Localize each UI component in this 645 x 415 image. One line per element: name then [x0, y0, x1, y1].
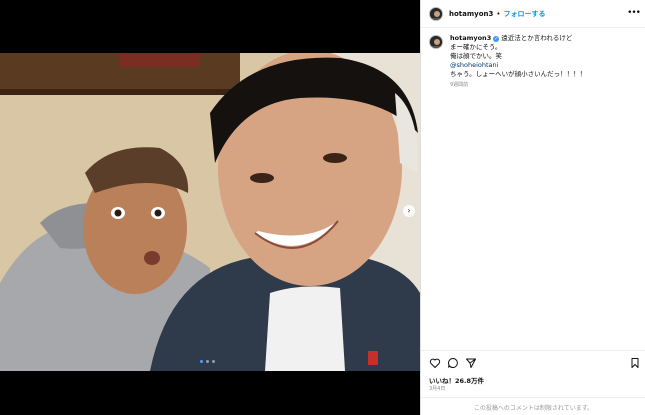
carousel-dot [200, 360, 203, 363]
caption-line: 遠近法とか言われるけど [501, 34, 573, 42]
bookmark-icon[interactable] [629, 357, 641, 369]
caption-body: hotamyon3 ✓ 遠近法とか言われるけど まー確かにそう。 俺は顔でかい。笑 … [450, 34, 586, 90]
instagram-post-view: › hotamyon3 • フォローする ••• hotamyon3 ✓ 遠近法とか… [0, 0, 645, 415]
post-header: hotamyon3 • フォローする ••• [421, 0, 645, 28]
follow-button[interactable]: フォローする [504, 9, 546, 19]
heart-icon[interactable] [429, 357, 441, 369]
separator-dot: • [496, 9, 501, 18]
comment-icon[interactable] [447, 357, 459, 369]
comment-bar: この投稿へのコメントは制限されています。 [421, 397, 645, 415]
share-icon[interactable] [465, 357, 477, 369]
caption-timestamp: 9週間前 [450, 82, 469, 88]
caption-line: まー確かにそう。 [450, 43, 502, 51]
post-side-panel: hotamyon3 • フォローする ••• hotamyon3 ✓ 遠近法とか言わ… [420, 0, 645, 415]
caption-username[interactable]: hotamyon3 [450, 34, 491, 42]
carousel-dots [200, 360, 215, 363]
chevron-right-icon: › [407, 206, 411, 215]
post-date: 3月4日 [429, 386, 446, 392]
post-photo [0, 53, 420, 371]
carousel-dot [212, 360, 215, 363]
selfie-image [0, 53, 420, 371]
caption-mention-link[interactable]: @shoheiohtani [450, 61, 586, 70]
avatar[interactable] [429, 6, 443, 21]
carousel-next-button[interactable]: › [403, 205, 415, 217]
media-area: › [0, 0, 420, 415]
carousel-dot [206, 360, 209, 363]
header-username[interactable]: hotamyon3 [449, 10, 493, 18]
more-options-icon[interactable]: ••• [627, 8, 641, 18]
post-caption: hotamyon3 ✓ 遠近法とか言われるけど まー確かにそう。 俺は顔でかい。笑 … [429, 34, 639, 90]
likes-count[interactable]: いいね！26.8万件 [429, 375, 484, 385]
post-actions [421, 350, 645, 374]
caption-line: ちゃう。しょーへいが顔小さいんだっ！！！！ [450, 70, 587, 78]
comments-restricted-note: この投稿へのコメントは制限されています。 [473, 405, 594, 412]
caption-line: 俺は顔でかい。笑 [450, 52, 502, 60]
avatar[interactable] [429, 35, 443, 49]
verified-badge-icon: ✓ [493, 36, 500, 42]
